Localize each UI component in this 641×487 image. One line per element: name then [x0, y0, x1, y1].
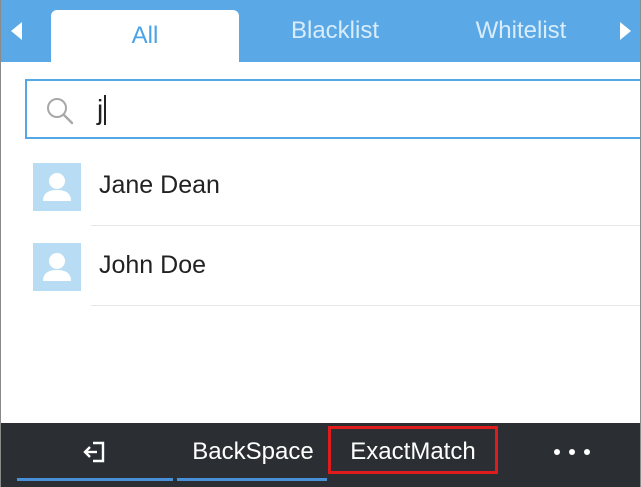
- screen: All Blacklist Whitelist j Jane Dean John…: [0, 0, 641, 487]
- contact-item-jane-dean[interactable]: Jane Dean: [1, 148, 640, 226]
- search-value: j: [97, 93, 107, 127]
- tab-bar: All Blacklist Whitelist: [1, 0, 640, 62]
- backspace-label: BackSpace: [192, 438, 314, 465]
- tab-blacklist-label: Blacklist: [290, 17, 380, 44]
- arrow-left-icon: [10, 22, 22, 40]
- contact-item-john-doe[interactable]: John Doe: [1, 228, 640, 306]
- softkey-underline: [177, 478, 327, 481]
- backspace-button[interactable]: BackSpace: [175, 423, 331, 481]
- softkey-bar: BackSpace ExactMatch: [1, 423, 640, 487]
- text-caret: [104, 95, 107, 125]
- tab-all-label: All: [131, 22, 159, 49]
- search-input[interactable]: j: [25, 79, 640, 139]
- exit-button[interactable]: [17, 423, 173, 481]
- softkey-underline: [17, 478, 173, 481]
- person-icon: [33, 243, 81, 291]
- tab-scroll-right-button[interactable]: [610, 0, 640, 62]
- tab-whitelist[interactable]: Whitelist: [426, 0, 616, 62]
- highlight-box: [328, 426, 498, 474]
- search-icon: [47, 98, 74, 125]
- tab-scroll-left-button[interactable]: [1, 0, 31, 62]
- tab-blacklist[interactable]: Blacklist: [241, 0, 429, 62]
- contact-name: John Doe: [99, 251, 207, 279]
- tab-whitelist-label: Whitelist: [475, 17, 567, 44]
- divider: [91, 225, 640, 226]
- person-icon: [33, 163, 81, 211]
- divider: [91, 305, 640, 306]
- contact-name: Jane Dean: [99, 171, 220, 199]
- arrow-right-icon: [619, 22, 631, 40]
- more-icon: [553, 449, 590, 455]
- tab-all[interactable]: All: [51, 10, 239, 62]
- exit-icon: [83, 441, 105, 463]
- more-button[interactable]: [501, 423, 640, 481]
